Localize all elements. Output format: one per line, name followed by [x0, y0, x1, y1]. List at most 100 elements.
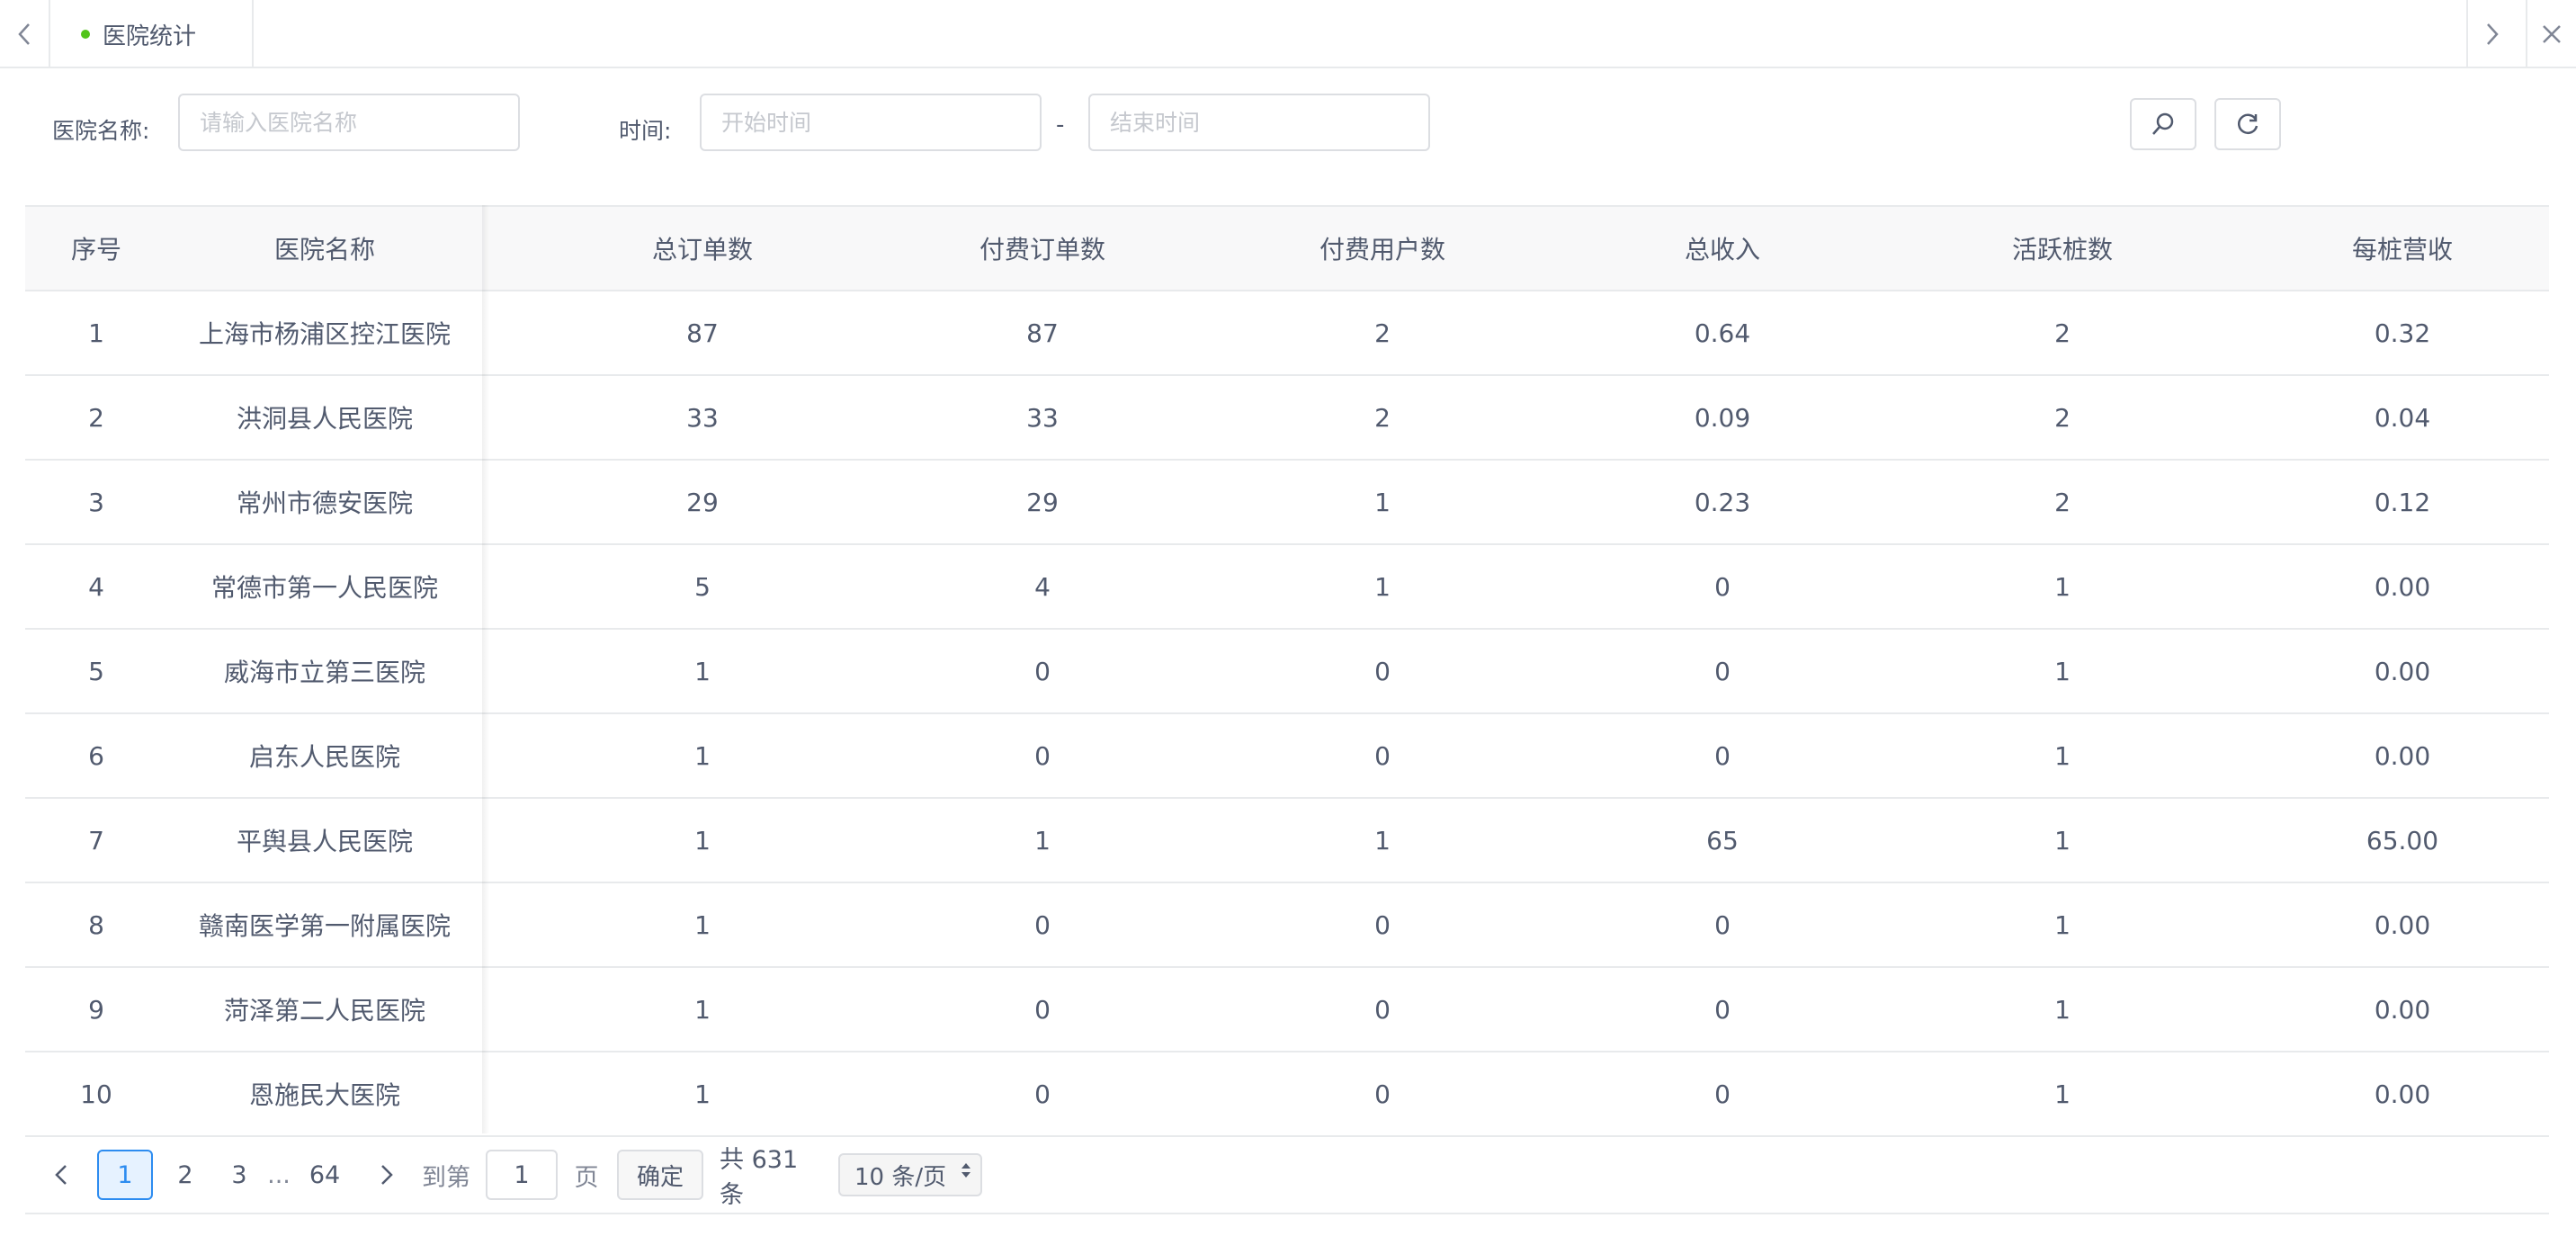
chevron-left-icon	[18, 23, 30, 45]
cell-total-orders: 1	[694, 1079, 711, 1109]
cell-paid-orders: 1	[1034, 825, 1051, 855]
cell-revenue-per-pile: 0.00	[2374, 1079, 2431, 1109]
cell-total-revenue: 0	[1714, 656, 1731, 686]
tab-label: 医院统计	[103, 22, 197, 50]
cell-total-orders: 33	[686, 402, 719, 433]
tab-bar: 医院统计	[0, 0, 2576, 68]
time-label: 时间:	[619, 118, 672, 144]
cell-active-piles: 1	[2054, 1079, 2071, 1109]
cell-total-revenue: 0.09	[1694, 402, 1751, 433]
hospital-name-label: 医院名称:	[52, 118, 150, 144]
active-dot-icon	[81, 30, 90, 39]
cell-total-revenue: 0	[1714, 1079, 1731, 1109]
table-row: 6 启东人民医院 1 0 0 0 1 0.00	[25, 714, 2549, 799]
close-icon	[2543, 25, 2561, 43]
column-header: 付费用户数	[1319, 235, 1445, 264]
cell-index: 6	[88, 740, 104, 771]
cell-total-orders: 1	[694, 909, 711, 940]
cell-revenue-per-pile: 0.04	[2374, 402, 2431, 433]
cell-hospital-name: 上海市杨浦区控江医院	[198, 319, 451, 349]
cell-paid-users: 0	[1374, 656, 1391, 686]
search-icon	[2152, 112, 2174, 135]
cell-active-piles: 2	[2054, 318, 2071, 348]
cell-revenue-per-pile: 0.00	[2374, 656, 2431, 686]
search-button[interactable]	[2130, 98, 2196, 150]
cell-paid-users: 2	[1374, 318, 1391, 348]
cell-active-piles: 1	[2054, 740, 2071, 771]
hospital-name-input[interactable]	[178, 94, 520, 151]
start-time-input[interactable]	[700, 94, 1042, 151]
cell-active-piles: 2	[2054, 402, 2071, 433]
cell-total-revenue: 0	[1714, 740, 1731, 771]
cell-total-revenue: 65	[1706, 825, 1739, 855]
page-3-button[interactable]: 3	[214, 1150, 264, 1200]
cell-active-piles: 1	[2054, 909, 2071, 940]
cell-paid-orders: 0	[1034, 740, 1051, 771]
cell-paid-orders: 0	[1034, 994, 1051, 1025]
page-2-button[interactable]: 2	[160, 1150, 210, 1200]
cell-total-orders: 87	[686, 318, 719, 348]
page-1-button[interactable]: 1	[97, 1150, 153, 1200]
goto-suffix: 页	[574, 1163, 599, 1192]
cell-active-piles: 1	[2054, 656, 2071, 686]
column-header: 总订单数	[651, 235, 753, 264]
cell-total-revenue: 0	[1714, 994, 1731, 1025]
cell-total-orders: 1	[694, 825, 711, 855]
tab-scroll-left-button[interactable]	[0, 0, 50, 68]
cell-paid-orders: 0	[1034, 909, 1051, 940]
cell-active-piles: 1	[2054, 571, 2071, 602]
table-row: 5 威海市立第三医院 1 0 0 0 1 0.00	[25, 630, 2549, 714]
refresh-icon	[2238, 113, 2258, 135]
cell-paid-users: 0	[1374, 740, 1391, 771]
cell-paid-users: 0	[1374, 1079, 1391, 1109]
tab-hospital-stats[interactable]: 医院统计	[52, 0, 254, 68]
cell-revenue-per-pile: 0.00	[2374, 740, 2431, 771]
cell-paid-users: 0	[1374, 909, 1391, 940]
cell-paid-orders: 29	[1026, 487, 1059, 517]
chevron-right-icon	[2487, 23, 2499, 45]
page-size-select[interactable]: 10 条/页	[838, 1153, 982, 1196]
select-caret-icon	[961, 1162, 971, 1178]
cell-hospital-name: 常德市第一人民医院	[210, 573, 438, 603]
end-time-input[interactable]	[1088, 94, 1430, 151]
next-page-button[interactable]	[362, 1150, 412, 1200]
cell-total-revenue: 0	[1714, 571, 1731, 602]
refresh-button[interactable]	[2214, 98, 2281, 150]
cell-hospital-name: 洪洞县人民医院	[236, 404, 413, 434]
cell-revenue-per-pile: 0.00	[2374, 571, 2431, 602]
cell-paid-users: 1	[1374, 825, 1391, 855]
cell-revenue-per-pile: 0.00	[2374, 909, 2431, 940]
table-row: 4 常德市第一人民医院 5 4 1 0 1 0.00	[25, 545, 2549, 630]
column-header: 每桩营收	[2351, 235, 2453, 264]
table-row: 1 上海市杨浦区控江医院 87 87 2 0.64 2 0.32	[25, 291, 2549, 376]
cell-paid-users: 2	[1374, 402, 1391, 433]
cell-paid-orders: 87	[1026, 318, 1059, 348]
cell-paid-users: 1	[1374, 487, 1391, 517]
cell-active-piles: 2	[2054, 487, 2071, 517]
cell-index: 1	[88, 318, 104, 348]
goto-confirm-button[interactable]: 确定	[617, 1150, 703, 1200]
cell-index: 7	[88, 825, 104, 855]
page-last-button[interactable]: 64	[291, 1150, 358, 1200]
cell-index: 5	[88, 656, 104, 686]
cell-total-orders: 1	[694, 656, 711, 686]
cell-paid-users: 0	[1374, 994, 1391, 1025]
cell-total-revenue: 0.64	[1694, 318, 1751, 348]
cell-index: 4	[88, 571, 104, 602]
chevron-left-icon	[55, 1165, 67, 1185]
cell-total-orders: 1	[694, 994, 711, 1025]
table-row: 10 恩施民大医院 1 0 0 0 1 0.00	[25, 1052, 2549, 1137]
cell-revenue-per-pile: 0.12	[2374, 487, 2431, 517]
goto-page-input[interactable]	[486, 1150, 558, 1200]
tab-scroll-right-button[interactable]	[2466, 0, 2517, 68]
cell-index: 9	[88, 994, 104, 1025]
cell-index: 2	[88, 402, 104, 433]
column-header: 医院名称	[273, 235, 375, 264]
cell-hospital-name: 恩施民大医院	[248, 1080, 400, 1110]
cell-index: 10	[80, 1079, 112, 1109]
prev-page-button[interactable]	[36, 1150, 86, 1200]
table-row: 3 常州市德安医院 29 29 1 0.23 2 0.12	[25, 461, 2549, 545]
close-tabs-button[interactable]	[2526, 0, 2576, 68]
cell-total-revenue: 0.23	[1694, 487, 1751, 517]
table-row: 9 菏泽第二人民医院 1 0 0 0 1 0.00	[25, 968, 2549, 1052]
